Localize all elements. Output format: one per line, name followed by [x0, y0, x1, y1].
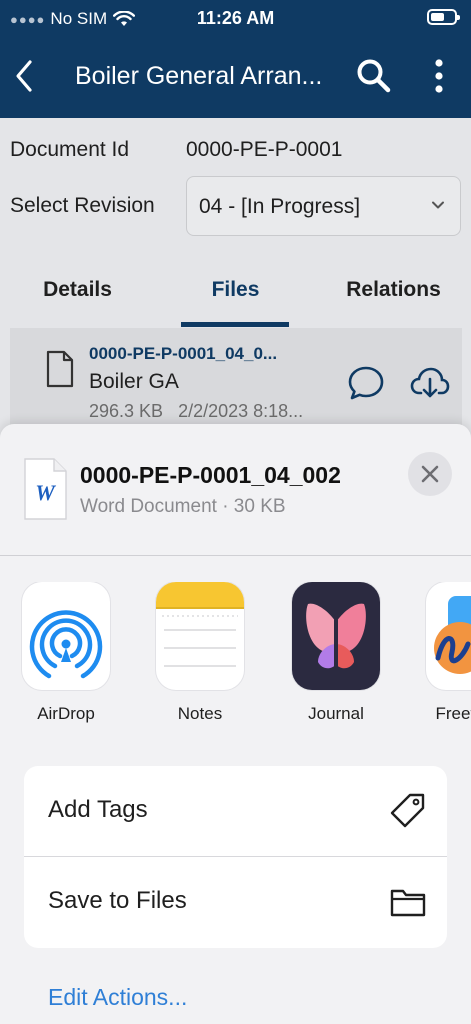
revision-select-value: 04 - [In Progress]: [199, 195, 361, 218]
file-size: 296.3 KB: [89, 401, 164, 421]
chevron-down-icon: [432, 201, 444, 209]
share-file-title: 0000-PE-P-0001_04_002: [80, 462, 341, 488]
document-file-icon: [46, 350, 74, 388]
revision-label: Select Revision: [10, 194, 155, 217]
share-sheet-header: W 0000-PE-P-0001_04_002 Word Document · …: [0, 424, 471, 556]
add-tags-label: Add Tags: [48, 796, 148, 823]
tab-details[interactable]: Details: [0, 278, 155, 302]
save-to-files-label: Save to Files: [48, 887, 187, 914]
file-name-link[interactable]: 0000-PE-P-0001_04_0...: [89, 344, 277, 364]
share-app-label: Freeform: [435, 704, 471, 723]
tag-icon: [390, 793, 425, 828]
svg-text:W: W: [35, 480, 56, 505]
share-actions-list: Add Tags Save to Files: [24, 766, 447, 948]
file-date: 2/2/2023 8:18...: [178, 401, 304, 421]
tab-relations[interactable]: Relations: [316, 278, 471, 302]
share-app-freeform[interactable]: Freeform: [426, 582, 471, 723]
page-title: Boiler General Arran...: [75, 62, 323, 90]
add-tags-action[interactable]: Add Tags: [24, 766, 447, 856]
battery-icon: [427, 9, 460, 25]
file-list-item[interactable]: 0000-PE-P-0001_04_0... Boiler GA 296.3 K…: [10, 328, 462, 438]
share-app-label: Notes: [177, 704, 223, 723]
tab-bar: Details Files Relations: [0, 270, 471, 328]
tab-files[interactable]: Files: [158, 278, 313, 302]
share-app-row: AirDrop Notes Journal Free: [0, 582, 471, 732]
word-document-icon: W: [24, 458, 67, 520]
document-id-label: Document Id: [10, 138, 130, 161]
navigation-bar: Boiler General Arran...: [0, 44, 471, 110]
edit-actions-link[interactable]: Edit Actions...: [48, 984, 187, 1011]
file-description: Boiler GA: [89, 370, 179, 393]
cloud-download-icon[interactable]: [410, 364, 450, 402]
share-file-subtitle: Word Document · 30 KB: [80, 496, 286, 517]
share-app-label: Journal: [308, 704, 364, 723]
save-to-files-action[interactable]: Save to Files: [24, 857, 447, 947]
comment-icon[interactable]: [347, 364, 385, 402]
journal-icon: [292, 582, 380, 690]
status-bar: ●●●● No SIM 11:26 AM: [0, 0, 471, 38]
top-bar: ●●●● No SIM 11:26 AM Boiler General Arra…: [0, 0, 471, 118]
share-sheet: W 0000-PE-P-0001_04_002 Word Document · …: [0, 424, 471, 1024]
more-vertical-icon[interactable]: [428, 56, 450, 96]
share-app-notes[interactable]: Notes: [156, 582, 252, 723]
share-app-label: AirDrop: [37, 704, 95, 723]
search-icon[interactable]: [355, 57, 393, 95]
freeform-icon: [426, 582, 471, 690]
file-meta: 296.3 KB 2/2/2023 8:18...: [89, 401, 303, 422]
share-app-airdrop[interactable]: AirDrop: [22, 582, 118, 723]
notes-icon: [156, 582, 244, 690]
revision-select[interactable]: 04 - [In Progress]: [186, 176, 461, 236]
status-time: 11:26 AM: [196, 8, 275, 28]
share-app-journal[interactable]: Journal: [292, 582, 388, 723]
close-icon: [421, 465, 439, 483]
airdrop-icon: [22, 582, 110, 690]
document-id-value: 0000-PE-P-0001: [186, 138, 343, 161]
active-tab-indicator: [181, 322, 289, 327]
back-chevron-icon[interactable]: [10, 56, 42, 96]
close-button[interactable]: [408, 452, 452, 496]
folder-icon: [390, 889, 426, 917]
